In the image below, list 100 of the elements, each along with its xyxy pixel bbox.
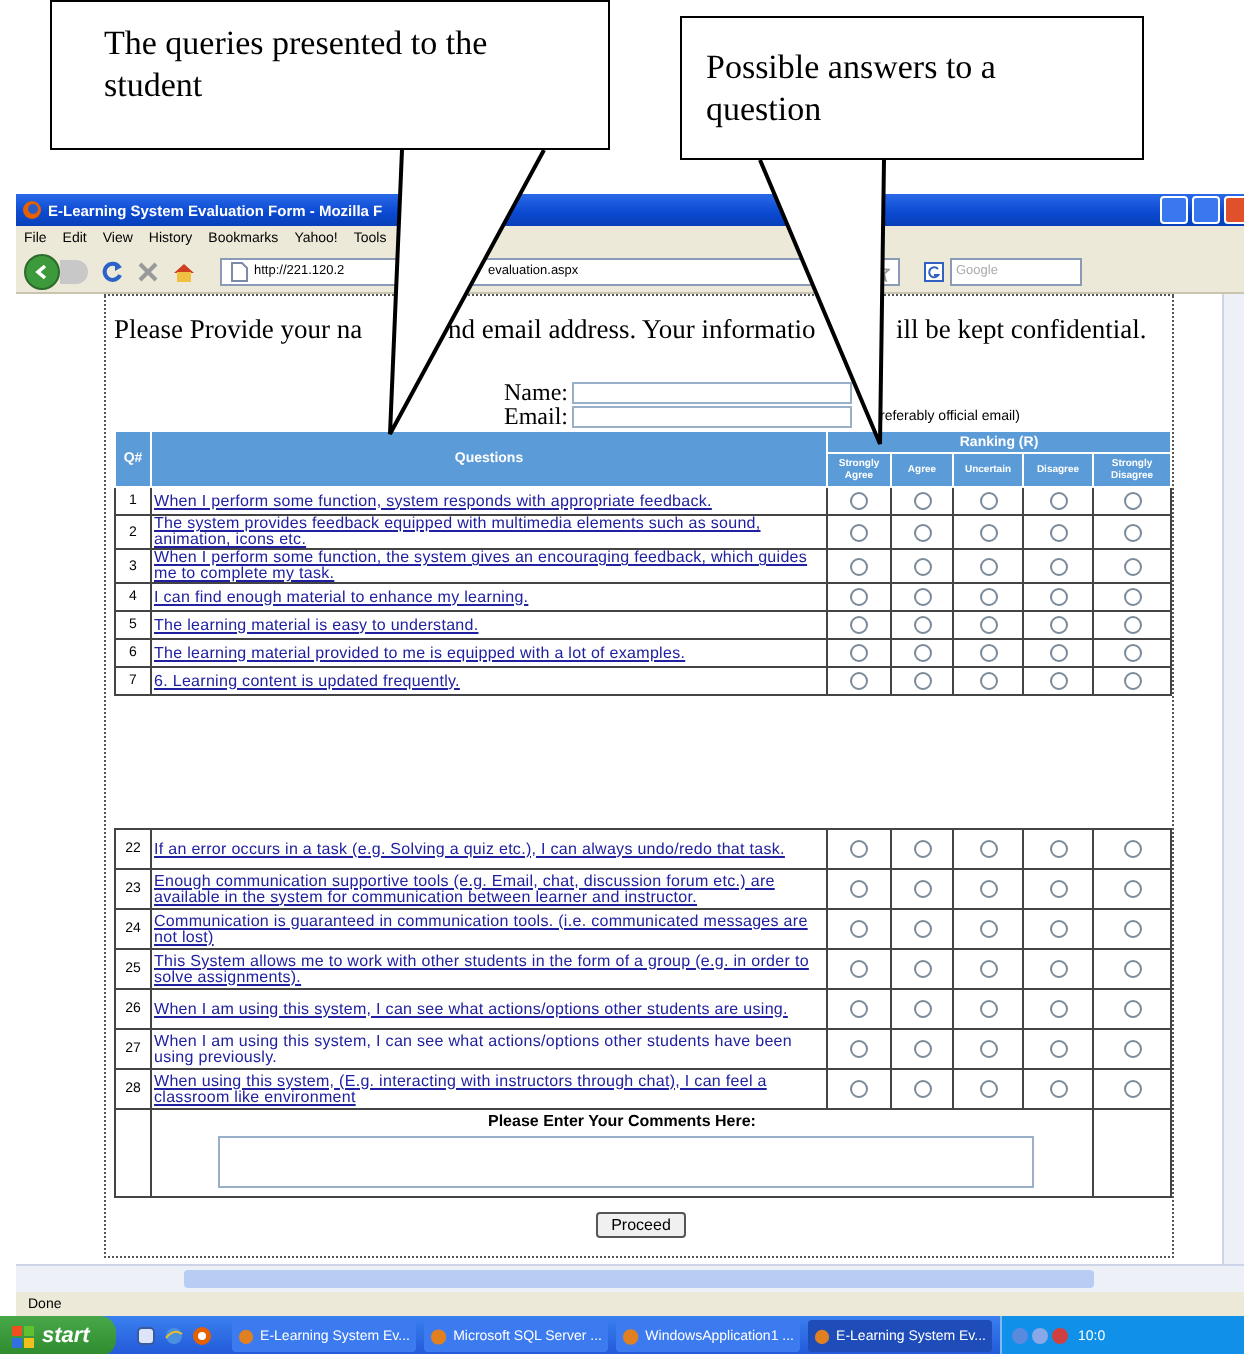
radio-button[interactable]: [850, 492, 868, 510]
radio-button[interactable]: [913, 1000, 931, 1018]
radio-button[interactable]: [979, 588, 997, 606]
radio-button[interactable]: [979, 880, 997, 898]
radio-button[interactable]: [979, 920, 997, 938]
radio-button[interactable]: [850, 616, 868, 634]
search-engine-icon: [924, 261, 944, 281]
radio-button[interactable]: [913, 588, 931, 606]
question-link[interactable]: The system provides feedback equipped with multimedia elements such as sound, animation, icons etc.: [154, 516, 824, 548]
radio-button[interactable]: [913, 557, 931, 575]
intro-text: ill be kept confidential.: [896, 314, 1147, 346]
radio-button[interactable]: [1123, 1000, 1141, 1018]
radio-button[interactable]: [1123, 588, 1142, 606]
radio-button[interactable]: [979, 492, 997, 510]
radio-button[interactable]: [1123, 920, 1141, 938]
input-field[interactable]: [572, 405, 852, 427]
radio-button[interactable]: [850, 644, 868, 662]
radio-button[interactable]: [1049, 840, 1067, 858]
radio-button[interactable]: [1123, 1040, 1141, 1058]
close-button[interactable]: [1224, 196, 1244, 224]
radio-button[interactable]: [1049, 523, 1067, 541]
question-link[interactable]: Communication is guaranteed in communication tools. (i.e. communicated messages are not lost): [154, 913, 824, 945]
radio-button[interactable]: [850, 588, 868, 606]
radio-button[interactable]: [1123, 960, 1141, 978]
radio-button[interactable]: [979, 557, 997, 575]
radio-button[interactable]: [850, 960, 868, 978]
globe-icon: [164, 1326, 184, 1346]
back-button[interactable]: [24, 253, 60, 289]
question-link[interactable]: Enough communication supportive tools (e.g. Email, chat, discussion forum etc.) are available in the system for communication between learner and instructor.: [154, 873, 824, 905]
radio-button[interactable]: [1123, 880, 1141, 898]
radio-button[interactable]: [1049, 644, 1067, 662]
radio-button[interactable]: [913, 1080, 931, 1098]
radio-button[interactable]: [913, 644, 931, 662]
radio-button[interactable]: [913, 840, 931, 858]
radio-button[interactable]: [1049, 557, 1067, 575]
radio-button[interactable]: [850, 920, 868, 938]
desktop-icon: [136, 1326, 156, 1346]
callout-box: Possible answers to a question: [680, 16, 1144, 160]
radio-button[interactable]: [979, 1080, 997, 1098]
radio-button[interactable]: [979, 616, 997, 634]
radio-button[interactable]: [1123, 840, 1141, 858]
radio-button[interactable]: [1123, 672, 1142, 690]
radio-button[interactable]: [979, 523, 997, 541]
question-link[interactable]: When using this system, (E.g. interacting with instructors through chat), I can feel a classroom like environment: [154, 1073, 824, 1105]
browser-logo-icon: [22, 200, 42, 220]
radio-button[interactable]: [1123, 644, 1142, 662]
radio-button[interactable]: [979, 672, 997, 690]
radio-button[interactable]: [850, 1000, 868, 1018]
radio-button[interactable]: [850, 840, 868, 858]
vertical-scrollbar[interactable]: [1222, 294, 1244, 1264]
maximize-button[interactable]: [1192, 196, 1220, 224]
proceed-button[interactable]: Proceed: [595, 1212, 687, 1238]
radio-button[interactable]: [1049, 588, 1067, 606]
radio-button[interactable]: [850, 880, 868, 898]
radio-button[interactable]: [850, 523, 868, 541]
radio-button[interactable]: [1123, 616, 1142, 634]
radio-button[interactable]: [850, 557, 868, 575]
app-icon: [622, 1327, 640, 1345]
radio-button[interactable]: [913, 1040, 931, 1058]
radio-button[interactable]: [979, 644, 997, 662]
radio-button[interactable]: [913, 616, 931, 634]
intro-text: nd email address. Your informatio: [448, 314, 812, 346]
radio-button[interactable]: [913, 492, 931, 510]
radio-button[interactable]: [1049, 1040, 1067, 1058]
minimize-button[interactable]: [1160, 196, 1188, 224]
question-link[interactable]: This System allows me to work with other students in the form of a group (e.g. in order to solve assignments).: [154, 953, 824, 985]
radio-button[interactable]: [1049, 1000, 1067, 1018]
radio-button[interactable]: [1049, 880, 1067, 898]
radio-button[interactable]: [850, 1040, 868, 1058]
radio-button[interactable]: [913, 920, 931, 938]
question-text: When I am using this system, I can see what actions/options other students have been using previously.: [154, 1033, 794, 1065]
radio-button[interactable]: [1049, 920, 1067, 938]
radio-button[interactable]: [1049, 1080, 1067, 1098]
radio-button[interactable]: [1049, 616, 1067, 634]
comments-field[interactable]: [218, 1136, 1034, 1188]
radio-button[interactable]: [913, 523, 931, 541]
start-button[interactable]: start: [0, 1316, 116, 1354]
radio-button[interactable]: [913, 672, 931, 690]
radio-button[interactable]: [1123, 492, 1142, 510]
radio-button[interactable]: [913, 880, 931, 898]
radio-button[interactable]: [979, 840, 997, 858]
radio-button[interactable]: [1049, 960, 1067, 978]
page-icon: [230, 261, 248, 281]
radio-button[interactable]: [979, 1000, 997, 1018]
browser-logo-icon: [192, 1326, 212, 1346]
input-field[interactable]: [572, 381, 852, 403]
radio-button[interactable]: [1049, 672, 1067, 690]
radio-button[interactable]: [1123, 1080, 1141, 1098]
callout-box: The queries presented to the student: [50, 0, 610, 150]
radio-button[interactable]: [850, 672, 868, 690]
horizontal-scrollbar[interactable]: [16, 1264, 1244, 1292]
radio-button[interactable]: [979, 960, 997, 978]
radio-button[interactable]: [850, 1080, 868, 1098]
radio-button[interactable]: [913, 960, 931, 978]
radio-button[interactable]: [1123, 523, 1142, 541]
radio-button[interactable]: [979, 1040, 997, 1058]
radio-button[interactable]: [1123, 557, 1142, 575]
question-link[interactable]: When I perform some function, the system gives an encouraging feedback, which guides me to complete my task.: [154, 550, 824, 582]
intro-text: Please Provide your na: [114, 314, 365, 346]
radio-button[interactable]: [1049, 492, 1067, 510]
